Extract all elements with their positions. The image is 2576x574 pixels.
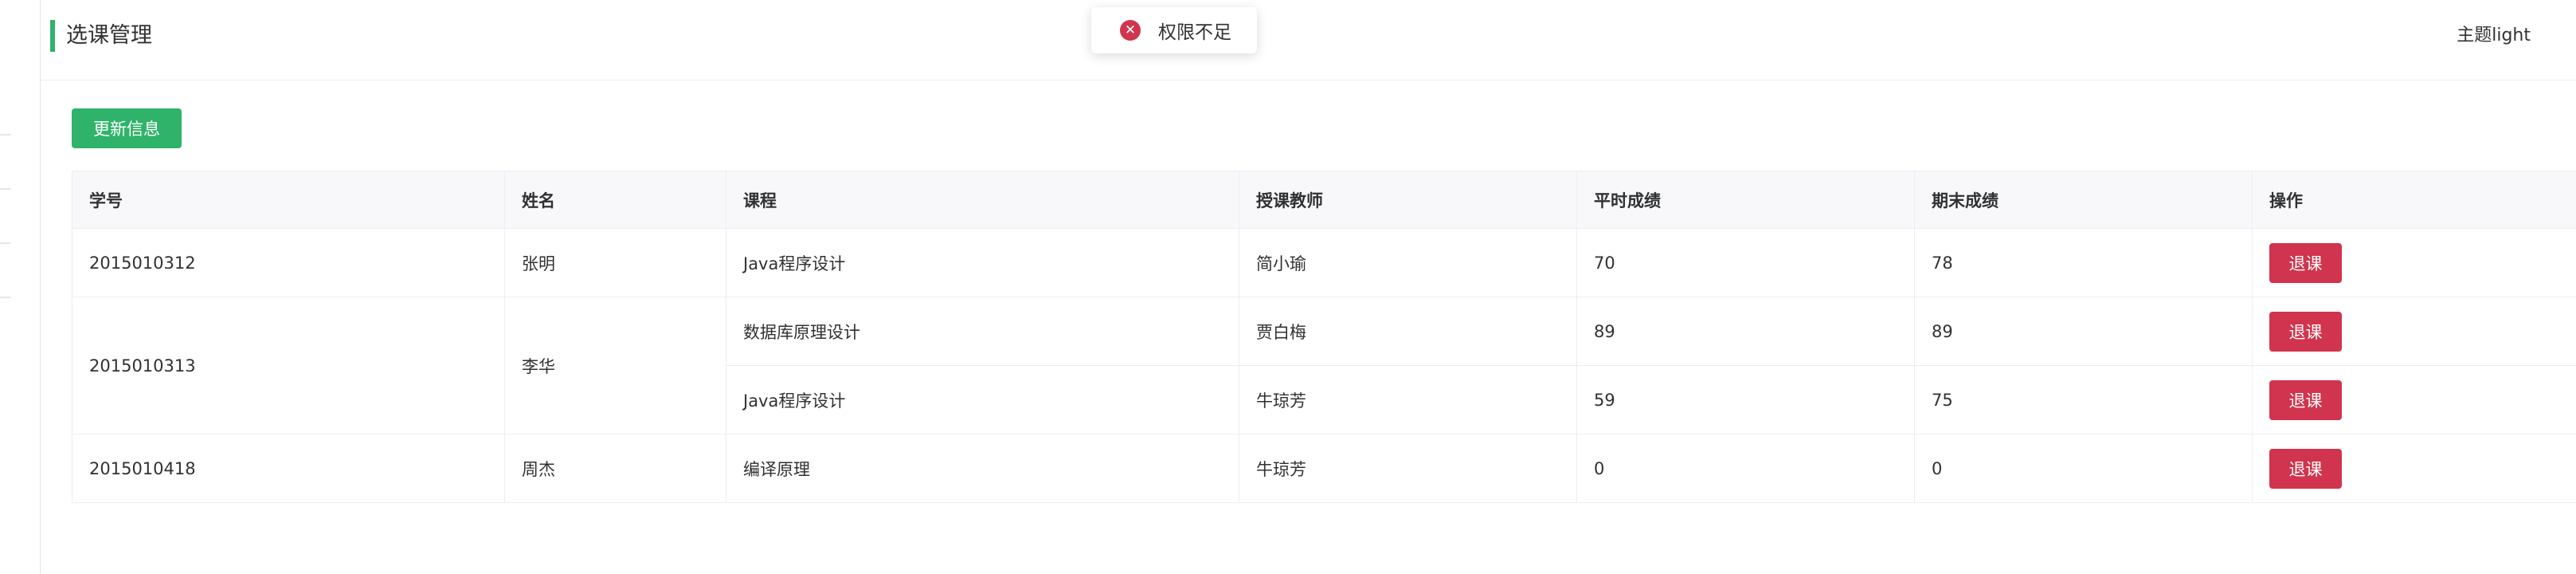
sidebar-divider	[0, 134, 11, 136]
cell-action: 退课	[2252, 365, 2576, 434]
cell-course: Java程序设计	[726, 228, 1239, 297]
drop-course-button[interactable]: 退课	[2269, 242, 2342, 283]
page-header: 选课管理 主题light	[41, 0, 2576, 81]
cell-usual-score: 70	[1576, 228, 1915, 297]
cell-course: 数据库原理设计	[726, 297, 1239, 366]
cell-action: 退课	[2252, 297, 2576, 366]
column-header-usual-score: 平时成绩	[1576, 171, 1915, 229]
update-info-button[interactable]: 更新信息	[72, 108, 182, 148]
column-header-name: 姓名	[504, 171, 726, 229]
cell-final-score: 75	[1914, 365, 2253, 434]
sidebar-divider	[0, 242, 11, 244]
table-row: 2015010418 周杰 编译原理 牛琼芳 0 0 退课	[72, 434, 2576, 503]
sidebar	[0, 0, 41, 574]
cell-usual-score: 59	[1576, 365, 1915, 434]
column-header-student-id: 学号	[72, 171, 505, 229]
cell-final-score: 78	[1914, 228, 2253, 297]
cell-usual-score: 0	[1576, 434, 1915, 503]
cell-teacher: 贾白梅	[1239, 297, 1577, 366]
cell-student-id: 2015010313	[72, 297, 505, 434]
cell-action: 退课	[2252, 434, 2576, 503]
cell-course: 编译原理	[726, 434, 1239, 503]
cell-action: 退课	[2252, 228, 2576, 297]
cell-name: 李华	[504, 297, 726, 434]
drop-course-button[interactable]: 退课	[2269, 448, 2342, 489]
column-header-teacher: 授课教师	[1239, 171, 1577, 229]
sidebar-divider	[0, 297, 11, 298]
cell-teacher: 牛琼芳	[1239, 365, 1577, 434]
drop-course-button[interactable]: 退课	[2269, 311, 2342, 352]
cell-usual-score: 89	[1576, 297, 1915, 366]
cell-name: 张明	[504, 228, 726, 297]
cell-final-score: 0	[1914, 434, 2253, 503]
cell-name: 周杰	[504, 434, 726, 503]
column-header-final-score: 期末成绩	[1914, 171, 2253, 229]
table-row: 2015010312 张明 Java程序设计 简小瑜 70 78 退课	[72, 228, 2576, 297]
cell-student-id: 2015010312	[72, 228, 505, 297]
page-title: 选课管理	[66, 23, 152, 48]
cell-teacher: 简小瑜	[1239, 228, 1577, 297]
cell-student-id: 2015010418	[72, 434, 505, 503]
cell-teacher: 牛琼芳	[1239, 434, 1577, 503]
cell-final-score: 89	[1914, 297, 2253, 366]
cell-course: Java程序设计	[726, 365, 1239, 434]
error-circle-icon: ✕	[1120, 20, 1141, 41]
drop-course-button[interactable]: 退课	[2269, 379, 2342, 420]
toast-message: 权限不足	[1158, 22, 1231, 43]
table-row: 2015010313 李华 数据库原理设计 贾白梅 89 89 退课	[72, 297, 2576, 434]
sidebar-divider	[0, 188, 11, 190]
course-selection-table: 学号 姓名 课程 授课教师 平时成绩 期末成绩 操作 2015010312 张明…	[72, 171, 2576, 503]
theme-toggle[interactable]: 主题light	[2457, 24, 2531, 48]
column-header-course: 课程	[726, 171, 1239, 229]
error-toast: ✕ 权限不足	[1091, 7, 1257, 53]
table-header-row: 学号 姓名 课程 授课教师 平时成绩 期末成绩 操作	[72, 171, 2576, 229]
title-accent-bar	[50, 20, 55, 52]
column-header-action: 操作	[2252, 171, 2576, 229]
